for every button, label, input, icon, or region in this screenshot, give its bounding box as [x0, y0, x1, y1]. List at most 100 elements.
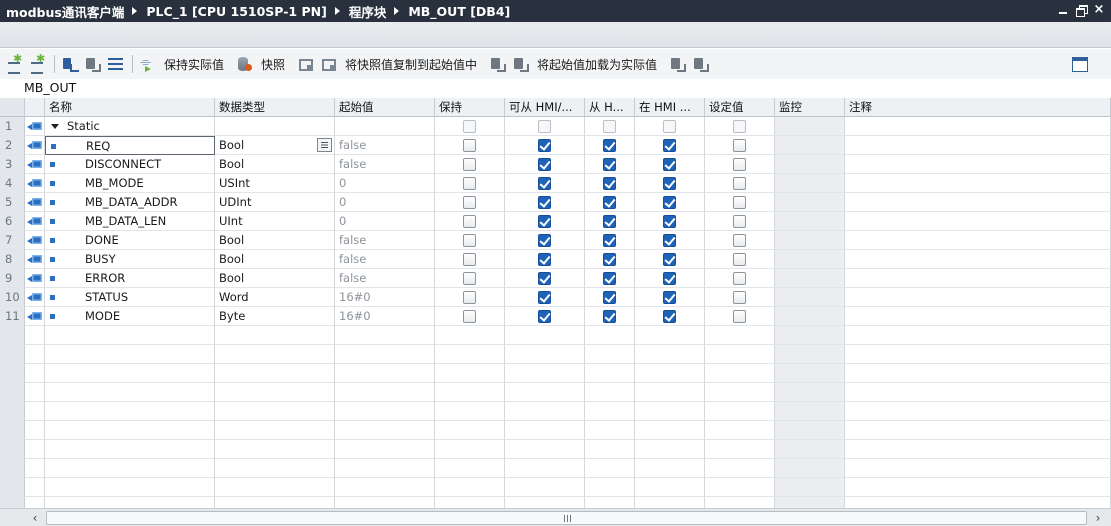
accessible-checkbox[interactable]	[538, 215, 551, 228]
retain-checkbox[interactable]	[463, 234, 476, 247]
comment-cell[interactable]	[845, 269, 1111, 288]
insert-row-icon[interactable]	[6, 52, 24, 74]
in_hmi-checkbox[interactable]	[663, 253, 676, 266]
row-number[interactable]: 8	[0, 250, 25, 269]
accessible-checkbox[interactable]	[538, 272, 551, 285]
comment-cell[interactable]	[845, 231, 1111, 250]
start-value-cell[interactable]: 0	[335, 174, 435, 193]
column-header-start-value[interactable]: 起始值	[335, 98, 435, 117]
accessible-checkbox[interactable]	[538, 158, 551, 171]
empty-table-row[interactable]	[0, 459, 1111, 478]
retain-checkbox[interactable]	[463, 253, 476, 266]
row-number[interactable]: 7	[0, 231, 25, 250]
comment-cell[interactable]	[845, 250, 1111, 269]
upload-values-icon[interactable]	[692, 55, 710, 73]
empty-table-row[interactable]	[0, 326, 1111, 345]
table-row[interactable]: 7 DONE Bool false	[0, 231, 1111, 250]
row-number[interactable]: 3	[0, 155, 25, 174]
start-value-cell[interactable]: false	[335, 269, 435, 288]
empty-table-row[interactable]	[0, 345, 1111, 364]
column-header-setpoint[interactable]: 设定值	[705, 98, 775, 117]
visible-checkbox[interactable]	[603, 272, 616, 285]
copy-snapshot-to-start-button[interactable]: 将快照值复制到起始值中	[345, 56, 477, 73]
table-row[interactable]: 8 BUSY Bool false	[0, 250, 1111, 269]
empty-table-row[interactable]	[0, 497, 1111, 508]
retain-checkbox[interactable]	[463, 177, 476, 190]
retain-checkbox[interactable]	[463, 291, 476, 304]
scroll-right-icon[interactable]: ›	[1089, 510, 1107, 526]
copy-snapshot-alt-icon[interactable]	[320, 55, 338, 73]
data-type-cell[interactable]: UInt	[215, 212, 335, 231]
start-value-cell[interactable]: false	[335, 155, 435, 174]
accessible-checkbox[interactable]	[538, 310, 551, 323]
start-value-cell[interactable]: false	[335, 136, 435, 155]
visible-checkbox[interactable]	[603, 158, 616, 171]
setpoint-checkbox[interactable]	[733, 272, 746, 285]
data-type-cell[interactable]: Word	[215, 288, 335, 307]
variable-name-cell[interactable]: MB_DATA_ADDR	[45, 193, 215, 212]
start-value-cell[interactable]: false	[335, 250, 435, 269]
table-row[interactable]: 3 DISCONNECT Bool false	[0, 155, 1111, 174]
table-row[interactable]: 11 MODE Byte 16#0	[0, 307, 1111, 326]
restore-icon[interactable]	[1075, 3, 1088, 17]
variable-name-cell[interactable]: Static	[45, 117, 215, 136]
in_hmi-checkbox[interactable]	[663, 139, 676, 152]
visible-checkbox[interactable]	[603, 291, 616, 304]
copy-snapshot-icon[interactable]	[297, 55, 315, 73]
row-number[interactable]: 10	[0, 288, 25, 307]
breadcrumb-program-blocks[interactable]: 程序块	[349, 2, 387, 21]
data-type-cell[interactable]: USInt	[215, 174, 335, 193]
retain-checkbox[interactable]	[463, 139, 476, 152]
in_hmi-checkbox[interactable]	[663, 158, 676, 171]
column-header-setpoint-hmi[interactable]: 在 HMI ...	[635, 98, 705, 117]
table-row[interactable]: 4 MB_MODE USInt 0	[0, 174, 1111, 193]
setpoint-checkbox[interactable]	[733, 177, 746, 190]
load-start-as-actual-button[interactable]: 将起始值加载为实际值	[537, 56, 657, 73]
empty-table-row[interactable]	[0, 364, 1111, 383]
table-row[interactable]: 9 ERROR Bool false	[0, 269, 1111, 288]
horizontal-scrollbar[interactable]: ‹ ›	[0, 508, 1111, 526]
in_hmi-checkbox[interactable]	[663, 120, 676, 133]
setpoint-checkbox[interactable]	[733, 234, 746, 247]
breadcrumb-plc[interactable]: PLC_1 [CPU 1510SP-1 PN]	[146, 4, 326, 19]
column-header-type[interactable]: 数据类型	[215, 98, 335, 117]
list-view-icon[interactable]	[107, 55, 125, 73]
comment-cell[interactable]	[845, 136, 1111, 155]
keep-actual-values-button[interactable]: 保持实际值	[164, 56, 224, 73]
data-type-cell[interactable]: UDInt	[215, 193, 335, 212]
start-value-cell[interactable]: 0	[335, 193, 435, 212]
data-type-cell[interactable]	[215, 117, 335, 136]
scrollbar-thumb[interactable]	[46, 511, 1087, 525]
setpoint-checkbox[interactable]	[733, 253, 746, 266]
visible-checkbox[interactable]	[603, 196, 616, 209]
table-row[interactable]: 5 MB_DATA_ADDR UDInt 0	[0, 193, 1111, 212]
visible-checkbox[interactable]	[603, 253, 616, 266]
data-type-cell[interactable]: Bool	[215, 250, 335, 269]
in_hmi-checkbox[interactable]	[663, 272, 676, 285]
comment-cell[interactable]	[845, 117, 1111, 136]
add-row-icon[interactable]	[29, 52, 47, 74]
in_hmi-checkbox[interactable]	[663, 291, 676, 304]
retain-checkbox[interactable]	[463, 196, 476, 209]
visible-checkbox[interactable]	[603, 215, 616, 228]
comment-cell[interactable]	[845, 155, 1111, 174]
variable-name-cell[interactable]: MB_DATA_LEN	[45, 212, 215, 231]
in_hmi-checkbox[interactable]	[663, 177, 676, 190]
accessible-checkbox[interactable]	[538, 196, 551, 209]
breadcrumb-project[interactable]: modbus通讯客户端	[6, 2, 124, 21]
variable-name-cell[interactable]: STATUS	[45, 288, 215, 307]
visible-checkbox[interactable]	[603, 120, 616, 133]
visible-checkbox[interactable]	[603, 177, 616, 190]
accessible-checkbox[interactable]	[538, 120, 551, 133]
load-start-values-icon[interactable]	[489, 55, 507, 73]
accessible-checkbox[interactable]	[538, 139, 551, 152]
empty-table-row[interactable]	[0, 421, 1111, 440]
retain-checkbox[interactable]	[463, 272, 476, 285]
in_hmi-checkbox[interactable]	[663, 215, 676, 228]
setpoint-checkbox[interactable]	[733, 139, 746, 152]
setpoint-checkbox[interactable]	[733, 310, 746, 323]
variable-name-cell[interactable]: MODE	[45, 307, 215, 326]
start-value-cell[interactable]	[335, 117, 435, 136]
collapse-arrow-icon[interactable]	[51, 124, 59, 129]
toggle-panel-icon[interactable]	[1070, 55, 1088, 73]
